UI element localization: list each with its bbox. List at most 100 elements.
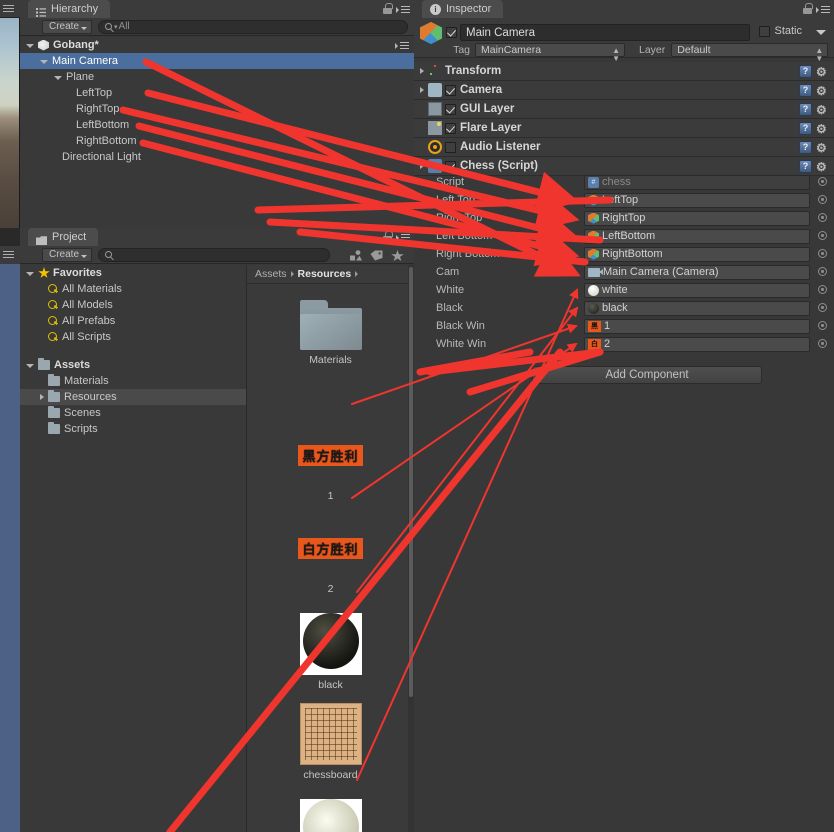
gear-icon[interactable]: ⚙ — [816, 123, 828, 135]
game-view-sliver[interactable] — [0, 246, 20, 832]
hierarchy-item-righttop[interactable]: RightTop — [20, 101, 414, 117]
project-tree-item-assets[interactable]: Assets — [20, 357, 246, 373]
component-header-camera[interactable]: Camera? ⚙ — [414, 81, 834, 100]
help-icon[interactable]: ? — [799, 103, 812, 116]
hierarchy-create-button[interactable]: Create — [42, 19, 93, 34]
object-picker-icon[interactable] — [818, 213, 827, 222]
asset-item-1[interactable]: 黑方胜利 1 — [247, 424, 414, 502]
object-picker-icon[interactable] — [818, 285, 827, 294]
tag-dropdown[interactable]: MainCamera ▲ ▼ — [475, 43, 625, 63]
breadcrumb-segment[interactable]: Assets — [255, 268, 287, 280]
expand-triangle-icon[interactable] — [26, 44, 34, 48]
add-component-button[interactable]: Add Component — [532, 366, 762, 384]
scene-view-sliver[interactable] — [0, 0, 20, 228]
asset-item-2[interactable]: 白方胜利 2 — [247, 517, 414, 595]
asset-item-white[interactable]: white — [247, 796, 414, 832]
object-picker-icon[interactable] — [818, 249, 827, 258]
component-enabled-checkbox[interactable] — [445, 122, 456, 134]
filter-by-label-icon[interactable] — [368, 249, 385, 262]
expand-triangle-icon[interactable] — [40, 394, 44, 400]
game-menu-icon[interactable] — [3, 251, 14, 259]
lock-icon[interactable] — [383, 3, 393, 14]
hierarchy-item-lefttop[interactable]: LeftTop — [20, 85, 414, 101]
property-object-field[interactable]: LeftBottom — [584, 228, 810, 244]
project-tree-item-scripts[interactable]: Scripts — [20, 421, 246, 437]
component-enabled-checkbox[interactable] — [445, 84, 456, 96]
gameobject-name-input[interactable]: Main Camera — [460, 24, 750, 41]
project-tree-item-all-materials[interactable]: All Materials — [20, 281, 246, 297]
asset-item-black[interactable]: black — [247, 610, 414, 691]
object-picker-icon[interactable] — [818, 267, 827, 276]
project-tree-item-resources[interactable]: Resources — [20, 389, 246, 405]
component-header-gui-layer[interactable]: GUI Layer? ⚙ — [414, 100, 834, 119]
property-object-field[interactable]: 白2 — [584, 336, 810, 352]
component-header-flare-layer[interactable]: Flare Layer? ⚙ — [414, 119, 834, 138]
static-toggle[interactable]: Static — [759, 25, 802, 37]
gear-icon[interactable]: ⚙ — [816, 66, 828, 78]
component-header-audio-listener[interactable]: Audio Listener? ⚙ — [414, 138, 834, 157]
hierarchy-item-directional-light[interactable]: Directional Light — [20, 149, 414, 165]
property-object-field[interactable]: black — [584, 300, 810, 316]
tab-hierarchy[interactable]: Hierarchy — [28, 0, 111, 18]
lock-icon[interactable] — [803, 3, 813, 14]
hierarchy-item-rightbottom[interactable]: RightBottom — [20, 133, 414, 149]
expand-triangle-icon[interactable] — [420, 68, 424, 74]
help-icon[interactable]: ? — [799, 84, 812, 97]
tab-project[interactable]: Project — [28, 228, 99, 246]
gear-icon[interactable]: ⚙ — [816, 142, 828, 154]
object-picker-icon[interactable] — [818, 177, 827, 186]
property-object-field[interactable]: white — [584, 282, 810, 298]
project-create-button[interactable]: Create — [42, 247, 93, 262]
filter-by-type-icon[interactable] — [347, 249, 364, 262]
object-picker-icon[interactable] — [818, 321, 827, 330]
hierarchy-item-plane[interactable]: Plane — [20, 69, 414, 85]
hierarchy-options-icon[interactable] — [396, 4, 410, 14]
component-enabled-checkbox[interactable] — [445, 160, 456, 172]
object-picker-icon[interactable] — [818, 339, 827, 348]
hierarchy-item-main-camera[interactable]: Main Camera — [20, 53, 414, 69]
layer-dropdown[interactable]: Default ▲ ▼ — [671, 43, 829, 63]
asset-item-materials[interactable]: Materials — [247, 300, 414, 366]
scene-context-menu-icon[interactable] — [395, 40, 409, 50]
project-tree-item-all-models[interactable]: All Models — [20, 297, 246, 313]
project-tree-item-scenes[interactable]: Scenes — [20, 405, 246, 421]
gear-icon[interactable]: ⚙ — [816, 85, 828, 97]
tab-inspector[interactable]: i Inspector — [422, 0, 504, 18]
object-picker-icon[interactable] — [818, 303, 827, 312]
favorite-star-icon[interactable] — [389, 249, 406, 262]
project-tree-item-all-scripts[interactable]: All Scripts — [20, 329, 246, 345]
property-object-field[interactable]: RightTop — [584, 210, 810, 226]
static-checkbox[interactable] — [759, 25, 771, 37]
asset-item-chessboard[interactable]: chessboard — [247, 703, 414, 781]
expand-triangle-icon[interactable] — [26, 272, 34, 276]
project-options-icon[interactable] — [396, 232, 410, 242]
project-tree-item-all-prefabs[interactable]: All Prefabs — [20, 313, 246, 329]
expand-triangle-icon[interactable] — [420, 87, 424, 93]
component-header-transform[interactable]: Transform? ⚙ — [414, 62, 834, 81]
project-tree-item-favorites[interactable]: Favorites — [20, 265, 246, 281]
help-icon[interactable]: ? — [799, 160, 812, 173]
component-enabled-checkbox[interactable] — [445, 103, 456, 115]
gear-icon[interactable]: ⚙ — [816, 161, 828, 173]
expand-triangle-icon[interactable] — [420, 163, 424, 169]
help-icon[interactable]: ? — [799, 65, 812, 78]
property-object-field[interactable]: LeftTop — [584, 192, 810, 208]
property-object-field[interactable]: Main Camera (Camera) — [584, 264, 810, 280]
project-tree-item-materials[interactable]: Materials — [20, 373, 246, 389]
component-enabled-checkbox[interactable] — [445, 141, 456, 153]
gear-icon[interactable]: ⚙ — [816, 104, 828, 116]
object-picker-icon[interactable] — [818, 195, 827, 204]
object-picker-icon[interactable] — [818, 231, 827, 240]
inspector-options-icon[interactable] — [816, 4, 830, 14]
hierarchy-item-leftbottom[interactable]: LeftBottom — [20, 117, 414, 133]
property-object-field[interactable]: 黑1 — [584, 318, 810, 334]
expand-triangle-icon[interactable] — [26, 364, 34, 368]
project-search-input[interactable] — [98, 247, 330, 262]
breadcrumb-segment[interactable]: Resources — [298, 268, 352, 280]
scene-menu-icon[interactable] — [3, 5, 14, 13]
hierarchy-item-gobang[interactable]: Gobang* — [20, 37, 414, 53]
expand-triangle-icon[interactable] — [54, 76, 62, 80]
gameobject-enabled-checkbox[interactable] — [446, 27, 457, 38]
help-icon[interactable]: ? — [799, 141, 812, 154]
static-dropdown-caret-icon[interactable] — [816, 30, 826, 35]
